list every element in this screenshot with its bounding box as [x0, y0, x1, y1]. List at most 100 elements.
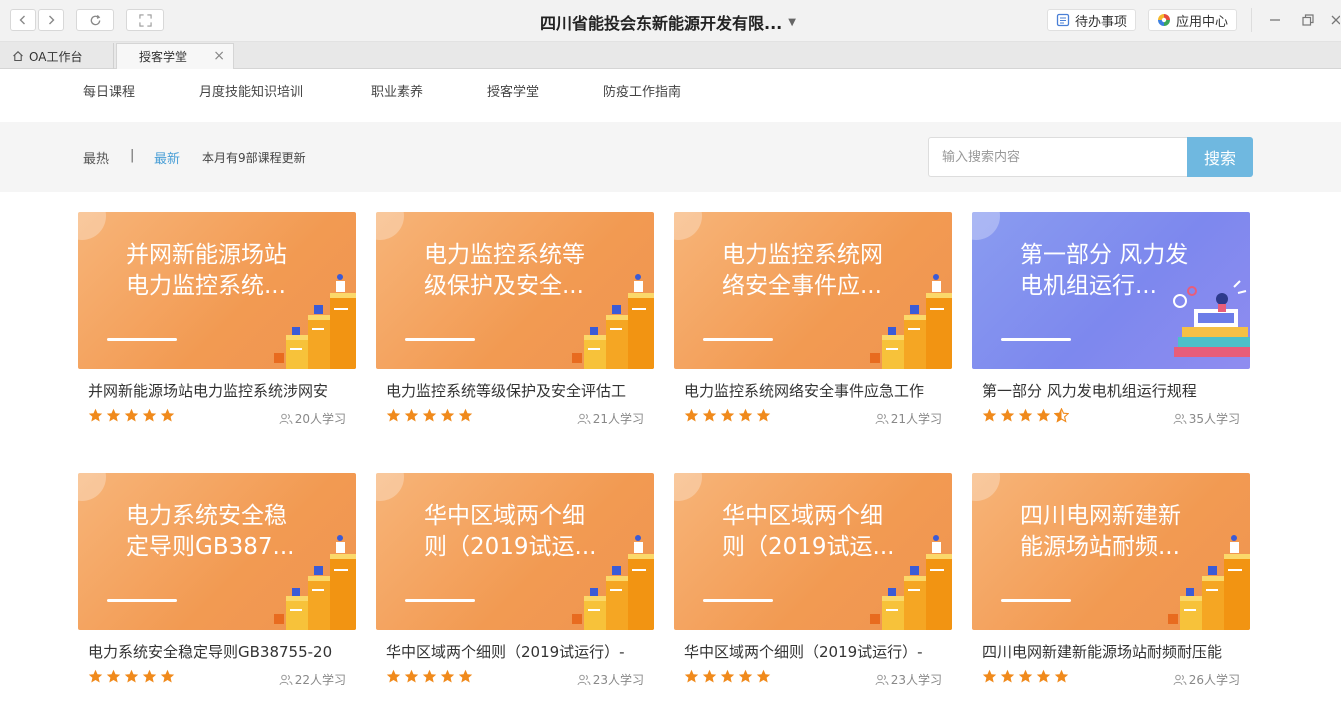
course-rating [684, 669, 771, 684]
course-thumbnail[interactable]: 电力监控系统等级保护及安全... [376, 212, 654, 369]
star-icon [160, 408, 175, 423]
star-icon [440, 408, 455, 423]
course-title[interactable]: 电力监控系统等级保护及安全评估工 [386, 380, 648, 401]
reload-button[interactable] [76, 9, 114, 31]
window-title[interactable]: 四川省能投会东新能源开发有限... ▼ [540, 10, 796, 34]
thumbnail-underline [107, 338, 177, 341]
course-thumbnail[interactable]: 电力系统安全稳定导则GB387... [78, 473, 356, 630]
stairs-illustration-icon [572, 274, 654, 369]
star-icon [1018, 408, 1033, 423]
course-learner-count: 35人学习 [1173, 410, 1240, 427]
thumbnail-corner-decoration [972, 473, 1000, 501]
people-icon [875, 674, 889, 686]
tab-bar: OA工作台 授客学堂 × [0, 42, 1341, 69]
category-shouke-academy[interactable]: 授客学堂 [487, 81, 539, 100]
apps-button[interactable]: 应用中心 [1148, 9, 1238, 31]
apps-icon [1157, 13, 1171, 27]
star-icon [1054, 669, 1069, 684]
restore-button[interactable] [1298, 10, 1318, 30]
forward-button[interactable] [38, 9, 64, 31]
star-icon [88, 669, 103, 684]
course-card[interactable]: 第一部分 风力发电机组运行... 第一部分 风力发电机组运行规程 35人学习 [972, 212, 1250, 442]
learner-count-text: 26人学习 [1188, 673, 1240, 687]
chevron-left-icon [18, 15, 28, 25]
course-title[interactable]: 华中区域两个细则（2019试运行）- [684, 641, 946, 662]
people-icon [577, 413, 591, 425]
thumbnail-underline [703, 338, 773, 341]
learner-count-text: 23人学习 [592, 673, 644, 687]
thumbnail-underline [405, 338, 475, 341]
category-monthly-training[interactable]: 月度技能知识培训 [199, 81, 303, 100]
search-button[interactable]: 搜索 [1187, 137, 1253, 177]
star-icon [404, 669, 419, 684]
course-card[interactable]: 电力监控系统等级保护及安全... 电力监控系统等级保护及安全评估工 21人学习 [376, 212, 654, 442]
todo-label: 待办事项 [1075, 14, 1128, 30]
people-icon [279, 674, 293, 686]
star-icon [720, 669, 735, 684]
close-window-button[interactable] [1328, 10, 1341, 30]
course-learner-count: 23人学习 [875, 671, 942, 688]
tab-label: OA工作台 [29, 49, 83, 64]
star-icon [1036, 669, 1051, 684]
search-input[interactable] [928, 137, 1188, 177]
star-icon [404, 408, 419, 423]
course-card[interactable]: 华中区域两个细则（2019试运... 华中区域两个细则（2019试运行）- 23人学… [376, 473, 654, 703]
course-title[interactable]: 华中区域两个细则（2019试运行）- [386, 641, 648, 662]
thumbnail-corner-decoration [674, 212, 702, 240]
category-nav: 每日课程 月度技能知识培训 职业素养 授客学堂 防疫工作指南 [0, 69, 1341, 122]
filter-hottest[interactable]: 最热 [83, 148, 109, 167]
category-professionalism[interactable]: 职业素养 [371, 81, 423, 100]
thumbnail-underline [703, 599, 773, 602]
star-icon [160, 669, 175, 684]
stairs-illustration-icon [274, 535, 356, 630]
course-learner-count: 22人学习 [279, 671, 346, 688]
course-rating [88, 669, 175, 684]
course-card[interactable]: 四川电网新建新能源场站耐频... 四川电网新建新能源场站耐频耐压能 26人学习 [972, 473, 1250, 703]
course-thumbnail[interactable]: 电力监控系统网络安全事件应... [674, 212, 952, 369]
course-title[interactable]: 电力系统安全稳定导则GB38755-20 [88, 641, 350, 662]
half-star-icon [1054, 408, 1069, 423]
minimize-button[interactable] [1265, 10, 1285, 30]
course-title[interactable]: 四川电网新建新能源场站耐频耐压能 [982, 641, 1244, 662]
restore-icon [1302, 14, 1314, 26]
thumbnail-corner-decoration [78, 212, 106, 240]
filter-latest[interactable]: 最新 [154, 148, 180, 167]
fullscreen-button[interactable] [126, 9, 164, 31]
star-icon [982, 408, 997, 423]
filter-bar: 最热 | 最新 本月有9部课程更新 搜索 [0, 122, 1341, 192]
course-title[interactable]: 电力监控系统网络安全事件应急工作 [684, 380, 946, 401]
stairs-illustration-icon [870, 274, 952, 369]
course-title[interactable]: 并网新能源场站电力监控系统涉网安 [88, 380, 350, 401]
course-card[interactable]: 华中区域两个细则（2019试运... 华中区域两个细则（2019试运行）- 23人学… [674, 473, 952, 703]
course-thumbnail[interactable]: 华中区域两个细则（2019试运... [376, 473, 654, 630]
people-icon [875, 413, 889, 425]
star-icon [142, 669, 157, 684]
window-title-text: 四川省能投会东新能源开发有限... [540, 14, 783, 33]
star-icon [422, 408, 437, 423]
todo-icon [1056, 13, 1070, 27]
course-card[interactable]: 并网新能源场站电力监控系统... 并网新能源场站电力监控系统涉网安 20人学习 [78, 212, 356, 442]
course-thumbnail[interactable]: 四川电网新建新能源场站耐频... [972, 473, 1250, 630]
thumbnail-underline [1001, 338, 1071, 341]
course-thumbnail[interactable]: 华中区域两个细则（2019试运... [674, 473, 952, 630]
tab-shouke-academy[interactable]: 授客学堂 × [116, 43, 234, 69]
star-icon [124, 408, 139, 423]
chevron-right-icon [46, 15, 56, 25]
thumbnail-underline [107, 599, 177, 602]
course-card[interactable]: 电力监控系统网络安全事件应... 电力监控系统网络安全事件应急工作 21人学习 [674, 212, 952, 442]
course-title[interactable]: 第一部分 风力发电机组运行规程 [982, 380, 1244, 401]
star-icon [1018, 669, 1033, 684]
course-card[interactable]: 电力系统安全稳定导则GB387... 电力系统安全稳定导则GB38755-20 22… [78, 473, 356, 703]
people-icon [1173, 413, 1187, 425]
star-icon [106, 408, 121, 423]
tab-close-icon[interactable]: × [213, 48, 225, 64]
course-rating [88, 408, 175, 423]
todo-button[interactable]: 待办事项 [1047, 9, 1137, 31]
course-thumbnail[interactable]: 第一部分 风力发电机组运行... [972, 212, 1250, 369]
tab-oa-workbench[interactable]: OA工作台 [0, 43, 114, 69]
course-thumbnail[interactable]: 并网新能源场站电力监控系统... [78, 212, 356, 369]
books-illustration-icon [1173, 280, 1250, 357]
category-daily-courses[interactable]: 每日课程 [83, 81, 135, 100]
back-button[interactable] [10, 9, 36, 31]
category-epidemic-guide[interactable]: 防疫工作指南 [603, 81, 681, 100]
